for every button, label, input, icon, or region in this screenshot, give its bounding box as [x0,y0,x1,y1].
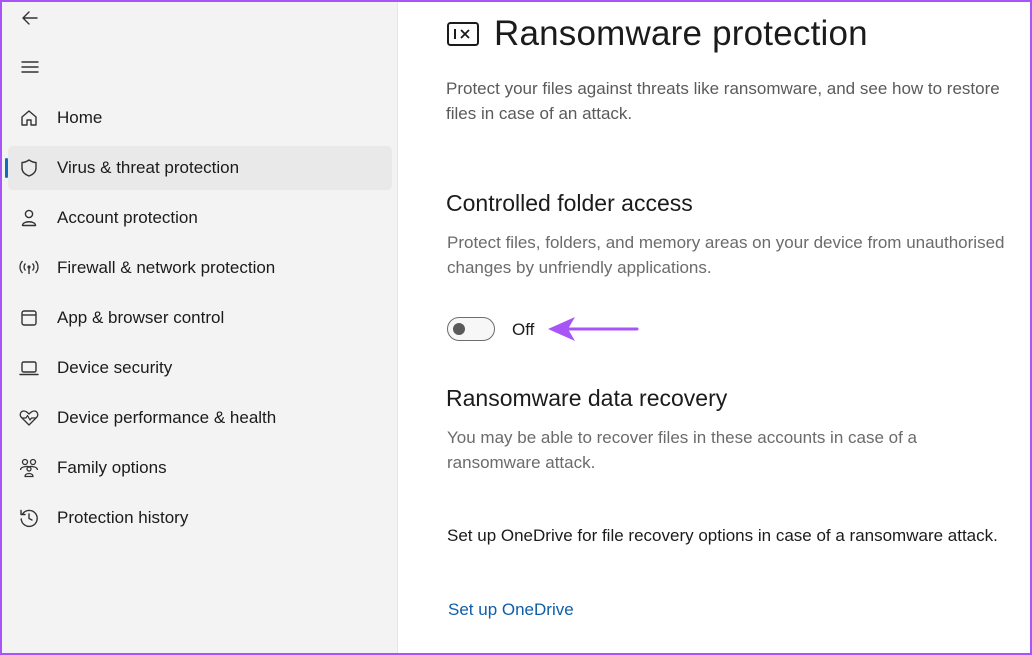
hamburger-menu-button[interactable] [16,53,44,81]
annotation-arrow-icon [548,317,639,341]
sidebar-item-label: Family options [57,458,167,477]
back-arrow-icon [22,11,38,25]
sidebar-item-virus-threat-protection[interactable]: Virus & threat protection [5,146,392,190]
sidebar-item-device-performance[interactable]: Device performance & health [8,396,392,440]
onedrive-setup-text: Set up OneDrive for file recovery option… [447,526,998,545]
sidebar-item-label: Account protection [57,208,198,227]
sidebar-item-home[interactable]: Home [8,96,392,140]
sidebar-item-label: Home [57,108,103,127]
person-icon [18,207,40,229]
page-header: Ransomware protection [446,14,868,54]
home-icon [18,107,40,129]
sidebar-item-protection-history[interactable]: Protection history [8,496,392,540]
sidebar-item-label: Device security [57,358,173,377]
sidebar-item-firewall[interactable]: Firewall & network protection [8,246,392,290]
controlled-folder-access-description: Protect files, folders, and memory areas… [447,233,1005,277]
family-icon [18,457,40,479]
page-title: Ransomware protection [494,14,868,53]
sidebar-item-label: Firewall & network protection [57,258,276,277]
ransomware-folder-icon [447,22,479,46]
sidebar-item-device-security[interactable]: Device security [8,346,392,390]
main-content: Ransomware protection Protect your files… [398,0,1030,655]
ransomware-data-recovery-heading: Ransomware data recovery [446,385,728,411]
heart-pulse-icon [18,407,40,429]
sidebar-item-label: Virus & threat protection [57,158,240,177]
app-window-icon [18,307,40,329]
shield-icon [18,157,40,179]
page-description: Protect your files against threats like … [446,79,1000,123]
set-up-onedrive-link[interactable]: Set up OneDrive [448,600,574,620]
sidebar-item-label: Protection history [57,508,189,527]
sidebar-item-app-browser-control[interactable]: App & browser control [8,296,392,340]
laptop-icon [18,357,40,379]
toggle-state-label: Off [512,320,535,339]
controlled-folder-access-heading: Controlled folder access [446,190,693,216]
sidebar-item-family-options[interactable]: Family options [8,446,392,490]
sidebar-item-account-protection[interactable]: Account protection [8,196,392,240]
sidebar-item-label: Device performance & health [57,408,277,427]
sidebar: Home Virus & threat protection Account p… [2,2,398,653]
history-icon [18,507,40,529]
ransomware-data-recovery-description: You may be able to recover files in thes… [447,428,917,472]
toggle-knob [453,323,465,335]
controlled-folder-access-toggle[interactable] [447,317,495,341]
sidebar-item-label: App & browser control [57,308,225,327]
back-button[interactable] [16,4,44,32]
hamburger-icon [21,61,39,73]
selection-indicator [5,158,8,178]
wifi-antenna-icon [18,257,40,279]
